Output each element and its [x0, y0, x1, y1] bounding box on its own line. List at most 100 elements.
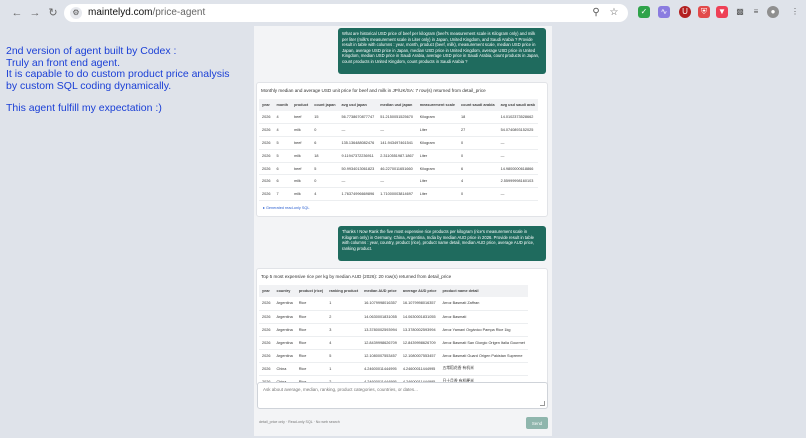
table-cell: Argentina — [273, 297, 296, 311]
table-cell: Liter — [416, 174, 459, 189]
table-cell: 6 — [273, 174, 292, 189]
resize-handle[interactable] — [540, 401, 545, 406]
table-cell: Kilogram — [416, 162, 459, 176]
site-info-icon[interactable]: ⚙ — [70, 7, 82, 19]
table-cell: Kilogram — [416, 111, 459, 125]
annotation-line: 2nd version of agent built by Codex : — [6, 45, 177, 57]
table-cell: milk — [291, 123, 312, 138]
table-cell: — — [377, 123, 417, 138]
table-cell: 5 — [326, 349, 362, 363]
table-cell: 2.55999998160103 — [497, 174, 538, 189]
extensions-puzzle-icon[interactable]: ▩ — [734, 6, 746, 18]
table-cell: 2026 — [259, 323, 274, 337]
table-cell: 2026 — [259, 149, 274, 163]
table-row: 2026 6 milk 0— — Liter 4 2.55999998160103 — [259, 174, 538, 189]
table-row: 2026 Argentina Rice 5 12.1080007553457 12.108… — [259, 349, 528, 363]
reading-list-icon[interactable]: ≡ — [750, 6, 762, 18]
table-row: 2026 6 beef 5 50.9934013061823 46.22700116516… — [259, 162, 538, 176]
result-title: Top 5 most expensive rice per kg by medi… — [261, 274, 452, 279]
column-header: average AUD price — [399, 285, 440, 297]
column-header: count saudi arabia — [458, 99, 498, 111]
table-cell: Argentina — [273, 336, 296, 350]
chat-input[interactable] — [258, 383, 547, 408]
table-row: 2026 7 milk 4 1.76374996669896 1.710000038146… — [259, 187, 538, 202]
address-bar[interactable]: ⚙ maintelyd.com/price-agent ⚲ ☆ — [64, 4, 628, 22]
reload-icon[interactable]: ↻ — [46, 6, 60, 20]
chat-input-box[interactable] — [257, 382, 548, 409]
table-cell: — — [497, 136, 538, 150]
table-cell: Argentina — [273, 310, 296, 324]
table-row: 2026 China Rice 1 4.24600011444995 4.24600011… — [259, 362, 528, 376]
table-row: 2026 Argentina Rice 2 14.0630001831055 14.063… — [259, 310, 528, 324]
result-card: Monthly median and average USD unit pric… — [256, 82, 548, 217]
table-cell: beef — [291, 111, 312, 125]
table-cell: 0 — [311, 123, 339, 138]
table-row: 2026 Argentina Rice 4 12.8439998626709 12.843… — [259, 336, 528, 350]
table-cell: 5 — [311, 162, 339, 176]
forward-icon[interactable]: → — [28, 6, 42, 20]
table-cell: 6 — [311, 136, 339, 150]
table-cell: milk — [291, 187, 312, 202]
send-button[interactable]: Send — [526, 417, 548, 429]
table-cell: 2026 — [259, 362, 274, 376]
table-row: 2026 4 beef 15 56.7738670877747 51.2150051525… — [259, 111, 538, 125]
table-cell: 2.3110551987.1867 — [377, 149, 417, 163]
extension-pocket-icon[interactable]: ▼ — [716, 6, 728, 18]
footer-note: detail_price only · Read-only SQL · No w… — [259, 420, 340, 424]
table-cell: 5 — [273, 136, 292, 150]
table-cell: 4.24600011444995 — [399, 362, 440, 376]
table-cell: 18 — [311, 149, 339, 163]
table-cell: 4 — [458, 174, 498, 189]
extension-u-icon[interactable]: U — [679, 6, 691, 18]
table-cell: 2026 — [259, 297, 274, 311]
table-cell: 2026 — [259, 136, 274, 150]
zoom-icon[interactable]: ⚲ — [590, 7, 602, 19]
table-cell: 0 — [458, 187, 498, 202]
table-row: 2026 5 beef 6 135.136488082476 141.9434974615… — [259, 136, 538, 150]
profile-avatar-icon[interactable]: ● — [767, 6, 779, 18]
table-cell: 50.9934013061823 — [338, 162, 378, 176]
table-cell: 9.11947372236911 — [338, 149, 378, 163]
column-header: count japan — [311, 99, 339, 111]
table-cell: Rice — [295, 362, 327, 376]
table-cell: Argentina — [273, 323, 296, 337]
browser-menu-icon[interactable]: ⋮ — [789, 6, 801, 18]
back-icon[interactable]: ← — [10, 6, 24, 20]
annotation-line: This agent fulfill my expectation :) — [6, 102, 162, 114]
generated-sql-toggle[interactable]: ▸ Generated read-only SQL — [263, 205, 309, 210]
table-row: 2026 Argentina Rice 1 16.1079998016357 16.107… — [259, 297, 528, 311]
extension-shield-icon[interactable]: ⛨ — [698, 6, 710, 18]
table-cell: 2026 — [259, 310, 274, 324]
table-cell: 2026 — [259, 162, 274, 176]
table-cell: 2026 — [259, 187, 274, 202]
user-message: What are historical USD price of beef pe… — [338, 28, 546, 74]
table-cell: Liter — [416, 149, 459, 163]
extension-check-icon[interactable]: ✓ — [638, 6, 650, 18]
table-cell: 12.8439998626709 — [361, 336, 400, 350]
table-cell: 4 — [273, 111, 292, 125]
table-cell: — — [497, 149, 538, 163]
table-cell: 18 — [458, 111, 498, 125]
table-cell: 135.136488082476 — [338, 136, 378, 150]
column-header: measurement scale — [416, 99, 459, 111]
table-cell: 14.0630001831055 — [361, 310, 400, 324]
table-cell: — — [338, 123, 378, 138]
extension-swirl-icon[interactable]: ∿ — [658, 6, 670, 18]
table-cell: 6 — [458, 162, 498, 176]
annotation-line: It is capable to do custom product price… — [6, 68, 230, 80]
table-cell: Liter — [416, 123, 459, 138]
table-cell: Argentina — [273, 349, 296, 363]
table-cell: 4 — [326, 336, 362, 350]
table-cell: 0 — [458, 136, 498, 150]
column-header: median usd japan — [377, 99, 417, 111]
column-header: product (rice) — [295, 285, 327, 297]
table-cell: Arroz Basmati — [439, 310, 528, 324]
table-cell: Rice — [295, 297, 327, 311]
table-cell: 4.24600011444995 — [361, 362, 400, 376]
column-header: year — [259, 285, 274, 297]
table-cell: 7 — [273, 187, 292, 202]
table-cell: 1.71000003814697 — [377, 187, 417, 202]
table-cell: 16.1079998016357 — [361, 297, 400, 311]
bookmark-star-icon[interactable]: ☆ — [608, 7, 620, 19]
url-text[interactable]: maintelyd.com/price-agent — [88, 7, 205, 18]
